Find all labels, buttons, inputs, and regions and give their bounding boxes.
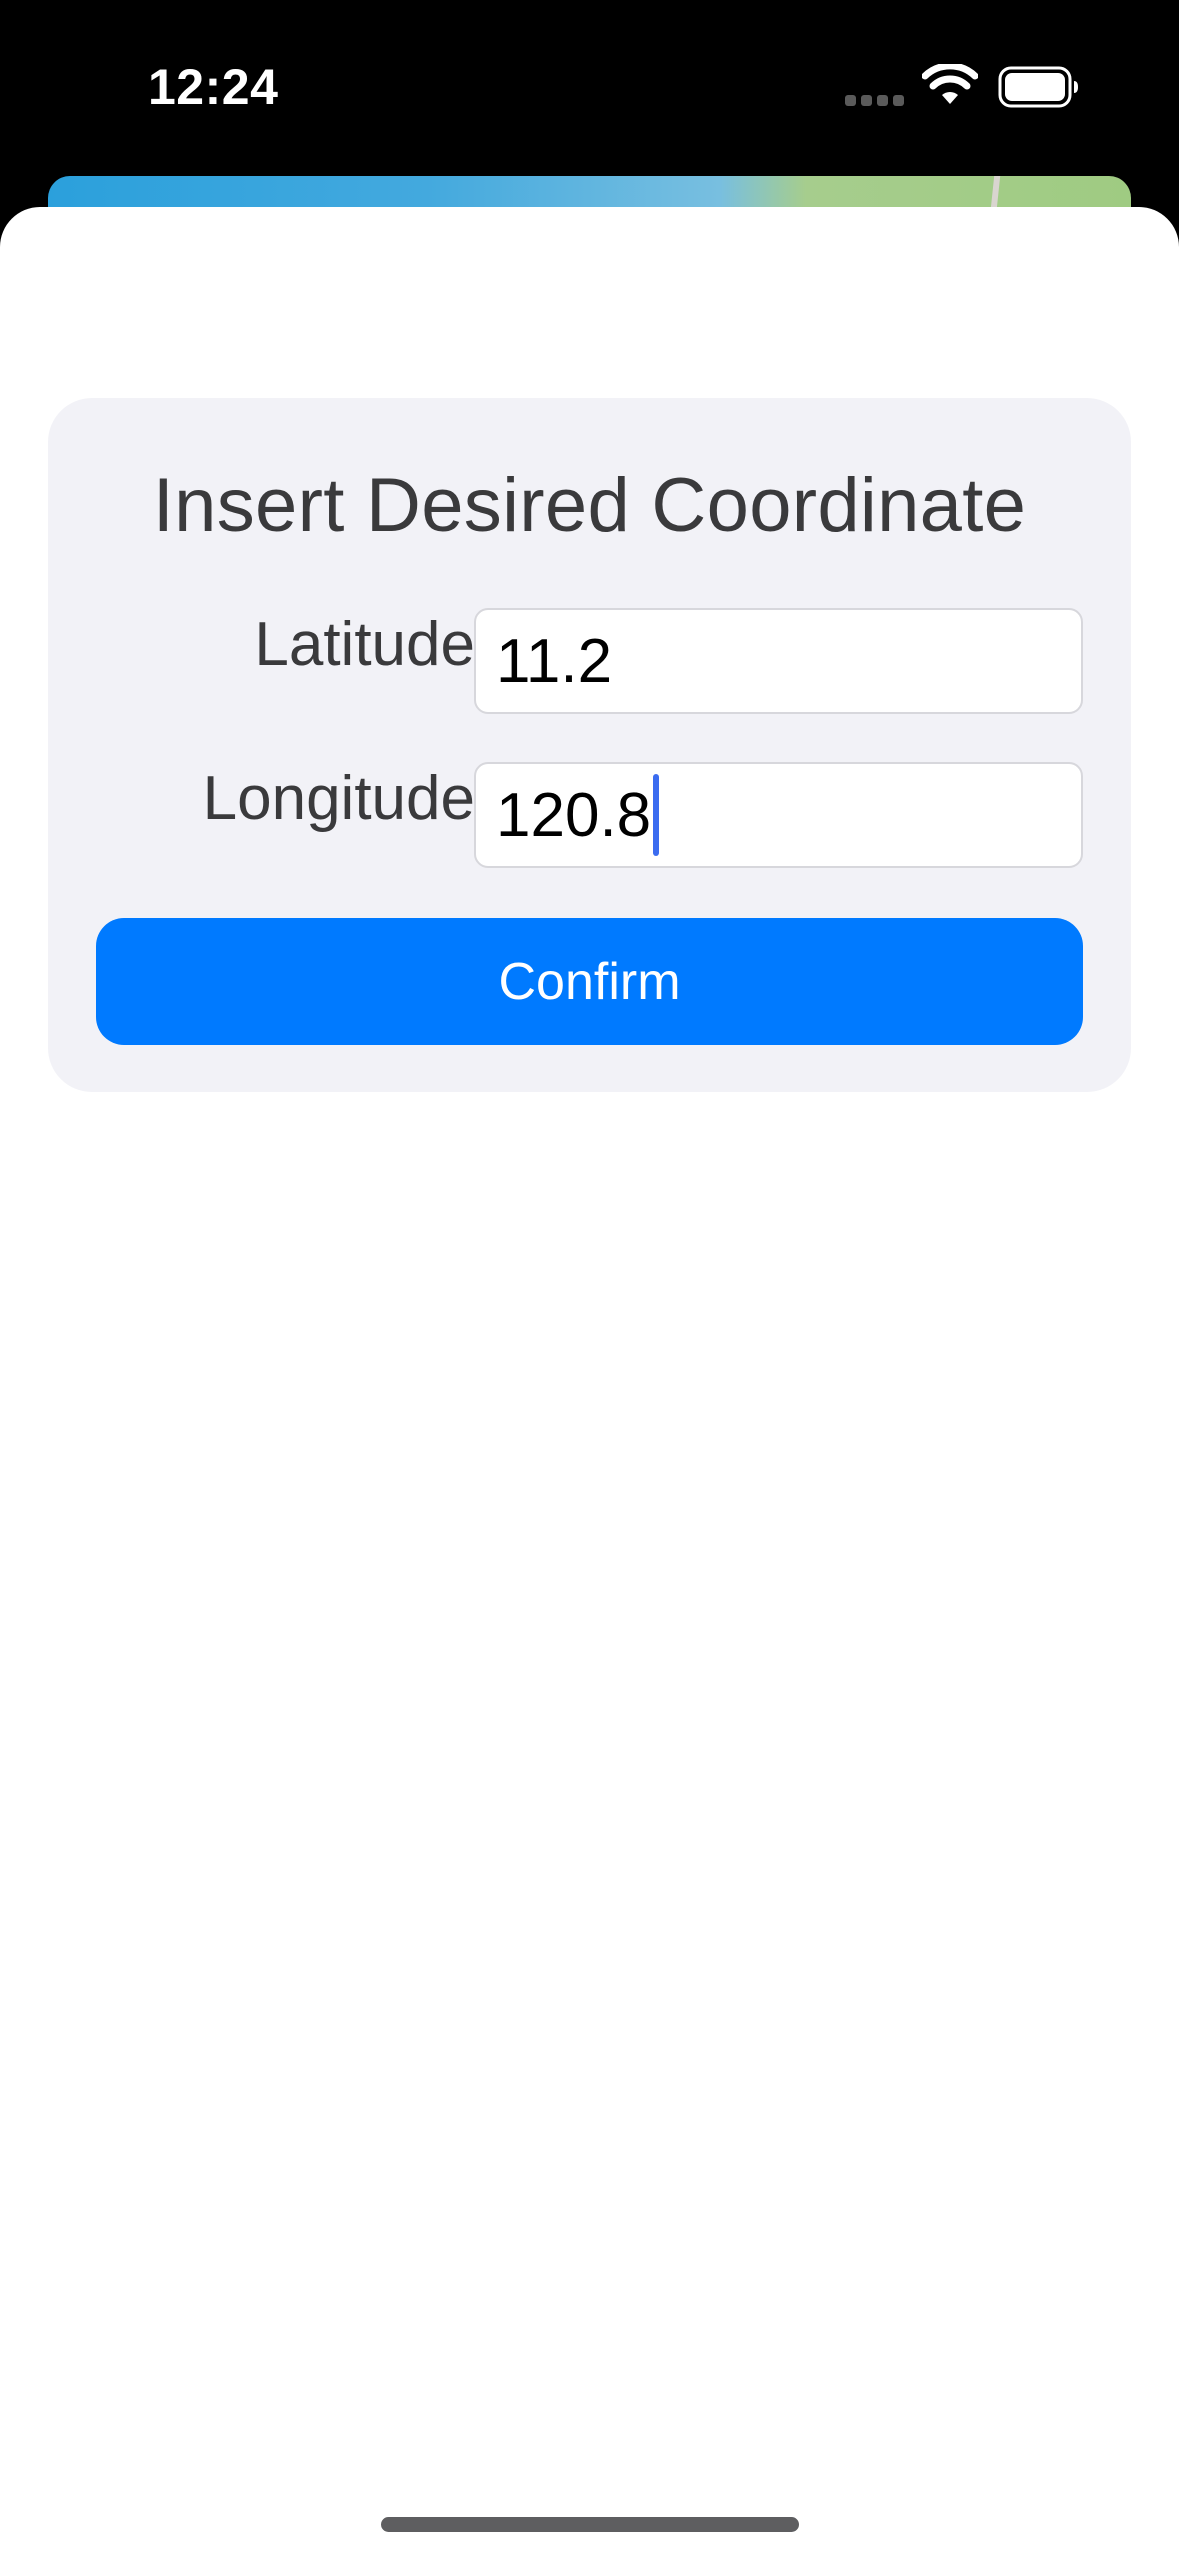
signal-dots-icon — [845, 95, 905, 107]
status-bar: 12:24 — [0, 0, 1179, 180]
app-screen: 12:24 Insert Desired Coordinate Latitude… — [0, 0, 1179, 2556]
latitude-value: 11.2 — [496, 626, 613, 696]
coordinate-sheet: Insert Desired Coordinate Latitude Longi… — [0, 207, 1179, 2556]
longitude-field[interactable]: 120.8 — [474, 762, 1083, 868]
text-caret — [653, 774, 660, 856]
status-time: 12:24 — [148, 59, 279, 115]
card-title: Insert Desired Coordinate — [152, 463, 1027, 548]
battery-icon — [998, 66, 1078, 108]
latitude-label: Latitude — [254, 610, 475, 679]
longitude-label: Longitude — [202, 764, 475, 833]
confirm-button[interactable]: Confirm — [96, 918, 1083, 1045]
home-indicator[interactable] — [381, 2517, 799, 2532]
wifi-icon — [922, 64, 978, 104]
latitude-field[interactable]: 11.2 — [474, 608, 1083, 714]
longitude-value: 120.8 — [496, 780, 652, 850]
